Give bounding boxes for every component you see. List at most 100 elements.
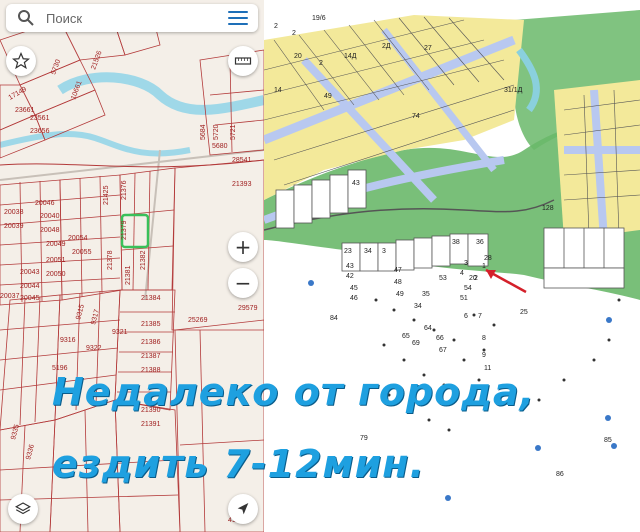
map-label: 8 [482, 335, 486, 342]
parcel-label: 5684 [200, 124, 207, 140]
map-label: 84 [330, 315, 338, 322]
search-input[interactable]: Поиск [46, 11, 228, 26]
map-label: 31/1Д [504, 87, 523, 94]
parcel-label: 20039 [4, 223, 24, 230]
map-label: 65 [402, 333, 410, 340]
parcel-label: 20038 [4, 209, 24, 216]
map-label: 2 [292, 30, 296, 37]
map-label: 67 [439, 347, 447, 354]
parcel-label: 21376 [121, 180, 128, 200]
parcel-label: 28541 [232, 157, 252, 164]
zoom-out-button[interactable]: − [228, 268, 258, 298]
parcel-label: 21382 [140, 250, 147, 270]
map-label: 23 [344, 248, 352, 255]
layers-icon[interactable] [8, 494, 38, 524]
map-label: 64 [424, 325, 432, 332]
star-icon[interactable] [6, 46, 36, 76]
search-icon[interactable] [14, 6, 38, 30]
parcel-label: 21387 [141, 353, 161, 360]
map-label: 3 [382, 248, 386, 255]
parcel-label: 20044 [20, 283, 40, 290]
map-label: 35 [422, 291, 430, 298]
map-label: 46 [350, 295, 358, 302]
map-label: 2 [474, 275, 478, 282]
map-label: 3 [464, 260, 468, 267]
highlighted-parcel-label: 21379 [121, 220, 128, 240]
parcel-label: 20046 [35, 200, 55, 207]
parcel-label: 20054 [68, 235, 88, 242]
map-label: 51 [460, 295, 468, 302]
parcel-label: 21384 [141, 295, 161, 302]
parcel-label: 9322 [86, 345, 102, 352]
parcel-label: 20045 [20, 295, 40, 302]
parcel-label: 20049 [46, 241, 66, 248]
map-label: 9 [482, 352, 486, 359]
map-label: 28 [484, 255, 492, 262]
search-bar[interactable]: Поиск [6, 4, 258, 32]
map-label: 27 [424, 45, 432, 52]
caption-line-2: ездить 7-12мин. [52, 442, 425, 486]
parcel-label: 20040 [40, 213, 60, 220]
map-label: 2 [274, 23, 278, 30]
map-label: 25 [520, 309, 528, 316]
parcel-label: 21381 [125, 265, 132, 285]
map-label: 86 [556, 471, 564, 478]
parcel-label: 21386 [141, 339, 161, 346]
map-label: 36 [476, 239, 484, 246]
map-label: 20 [294, 53, 302, 60]
parcel-label: 21393 [232, 181, 252, 188]
parcel-label: 20043 [20, 269, 40, 276]
map-label: 49 [396, 291, 404, 298]
parcel-label: 5721 [230, 124, 237, 140]
menu-icon[interactable] [228, 11, 248, 25]
parcel-label: 5680 [212, 143, 228, 150]
map-label: 85 [604, 437, 612, 444]
parcel-label: 5720 [213, 124, 220, 140]
map-label: 47 [394, 267, 402, 274]
map-label: 34 [364, 248, 372, 255]
map-label: 2 [319, 60, 323, 67]
map-label: 48 [394, 279, 402, 286]
map-label: 6 [464, 313, 468, 320]
map-label: 69 [412, 340, 420, 347]
caption-line-1: Недалеко от города, [52, 370, 536, 414]
map-label: 4 [460, 270, 464, 277]
parcel-label: 25269 [188, 317, 208, 324]
map-label: 43 [346, 263, 354, 270]
zoom-in-button[interactable]: + [228, 232, 258, 262]
parcel-label: 21378 [107, 250, 114, 270]
parcel-label: 20048 [40, 227, 60, 234]
parcel-label: 23661 [15, 107, 35, 114]
map-label: 34 [414, 303, 422, 310]
map-label: 79 [360, 435, 368, 442]
parcel-label: 21391 [141, 421, 161, 428]
parcel-label: 9316 [60, 337, 76, 344]
map-label: 54 [464, 285, 472, 292]
parcel-label: 23561 [30, 115, 50, 122]
map-label: 66 [436, 335, 444, 342]
parcel-label: 20037 [0, 293, 20, 300]
map-label: 14 [274, 87, 282, 94]
map-label: 7 [478, 313, 482, 320]
map-label: 49 [324, 93, 332, 100]
parcel-label: 9321 [112, 329, 128, 336]
map-label: 45 [350, 285, 358, 292]
parcel-label: 21385 [141, 321, 161, 328]
map-label: 42 [346, 273, 354, 280]
map-label: 53 [439, 275, 447, 282]
map-label: 1 [482, 263, 486, 270]
navigation-arrow-icon[interactable] [228, 494, 258, 524]
map-label: 14Д [344, 53, 357, 60]
parcel-label: 20051 [46, 257, 66, 264]
ruler-icon[interactable] [228, 46, 258, 76]
map-label: 19/6 [312, 15, 326, 22]
map-label: 128 [542, 205, 554, 212]
parcel-label: 23656 [30, 128, 50, 135]
parcel-label: 20055 [72, 249, 92, 256]
parcel-label: 20050 [46, 271, 66, 278]
parcel-label: 21425 [103, 185, 110, 205]
map-label: 2Д [382, 43, 391, 50]
parcel-label: 29579 [238, 305, 258, 312]
map-label: 38 [452, 239, 460, 246]
map-label: 43 [352, 180, 360, 187]
